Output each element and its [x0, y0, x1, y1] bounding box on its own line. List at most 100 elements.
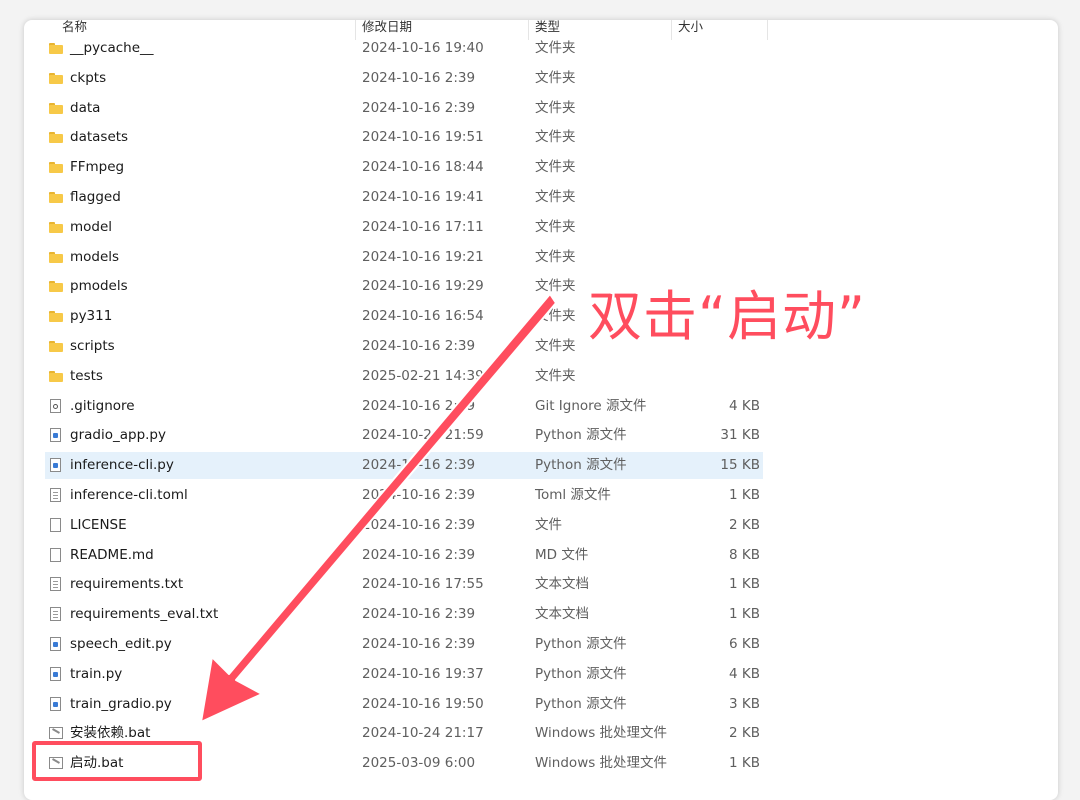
file-date: 2024-10-16 2:39 — [362, 69, 476, 86]
file-row[interactable]: models 2024-10-16 19:21 文件夹 — [24, 243, 1058, 273]
file-name: README.md — [70, 546, 154, 563]
file-row[interactable]: tests 2025-02-21 14:39 文件夹 — [24, 362, 1058, 392]
file-type: 文件夹 — [535, 278, 576, 295]
column-type-header[interactable]: 类型 — [535, 20, 560, 34]
file-name: py311 — [70, 308, 113, 325]
file-name: tests — [70, 367, 103, 384]
file-size: 31 KB — [720, 427, 760, 444]
file-row[interactable]: flagged 2024-10-16 19:41 文件夹 — [24, 183, 1058, 213]
file-name: train_gradio.py — [70, 695, 172, 712]
file-row[interactable]: py311 2024-10-16 16:54 文件夹 — [24, 302, 1058, 332]
file-type: 文件夹 — [535, 337, 576, 354]
file-name: speech_edit.py — [70, 635, 172, 652]
file-date: 2024-10-16 2:39 — [362, 516, 476, 533]
file-row[interactable]: speech_edit.py 2024-10-16 2:39 Python 源文件 6… — [24, 630, 1058, 660]
file-row[interactable]: requirements_eval.txt 2024-10-16 2:39 文本文档… — [24, 600, 1058, 630]
file-date: 2024-10-16 17:55 — [362, 576, 484, 593]
file-name: 安装依赖.bat — [70, 725, 151, 742]
file-type: 文件夹 — [535, 188, 576, 205]
file-row[interactable]: __pycache__ 2024-10-16 19:40 文件夹 — [24, 34, 1058, 64]
file-name: ckpts — [70, 69, 107, 86]
file-name: inference-cli.py — [70, 457, 174, 474]
file-size: 6 KB — [729, 635, 760, 652]
file-type: Python 源文件 — [535, 635, 627, 652]
file-type: 文件夹 — [535, 159, 576, 176]
file-name: data — [70, 99, 101, 116]
file-name: LICENSE — [70, 516, 127, 533]
file-name: datasets — [70, 129, 129, 146]
file-type: 文件夹 — [535, 99, 576, 116]
file-name: pmodels — [70, 278, 128, 295]
file-row[interactable]: LICENSE 2024-10-16 2:39 文件 2 KB — [24, 511, 1058, 541]
file-name: gradio_app.py — [70, 427, 166, 444]
folder-icon — [49, 191, 63, 205]
file-row[interactable]: inference-cli.py 2024-10-16 2:39 Python 源文… — [24, 451, 1058, 481]
python-file-icon — [50, 458, 61, 473]
file-date: 2024-10-16 2:39 — [362, 337, 476, 354]
file-date: 2024-10-16 19:40 — [362, 40, 484, 56]
file-date: 2025-02-21 14:39 — [362, 367, 484, 384]
file-date: 2024-10-16 16:54 — [362, 308, 484, 325]
batch-file-icon — [49, 727, 63, 740]
file-name: flagged — [70, 188, 121, 205]
file-type: Python 源文件 — [535, 695, 627, 712]
file-row[interactable]: inference-cli.toml 2024-10-16 2:39 Toml 源文… — [24, 481, 1058, 511]
file-row[interactable]: README.md 2024-10-16 2:39 MD 文件 8 KB — [24, 541, 1058, 571]
file-size: 15 KB — [720, 457, 760, 474]
file-type: 文件夹 — [535, 40, 576, 56]
file-row[interactable]: train_gradio.py 2024-10-16 19:50 Python 源文… — [24, 690, 1058, 720]
text-file-icon — [50, 487, 61, 502]
file-size: 1 KB — [729, 576, 760, 593]
file-name: FFmpeg — [70, 159, 125, 176]
file-name: models — [70, 248, 120, 265]
file-size: 2 KB — [729, 516, 760, 533]
file-row[interactable]: requirements.txt 2024-10-16 17:55 文本文档 1 KB — [24, 570, 1058, 600]
file-date: 2024-10-16 19:51 — [362, 129, 484, 146]
file-row[interactable]: FFmpeg 2024-10-16 18:44 文件夹 — [24, 153, 1058, 183]
file-type: 文件夹 — [535, 308, 576, 325]
file-row[interactable]: model 2024-10-16 17:11 文件夹 — [24, 213, 1058, 243]
file-row[interactable]: ckpts 2024-10-16 2:39 文件夹 — [24, 64, 1058, 94]
file-row[interactable]: datasets 2024-10-16 19:51 文件夹 — [24, 123, 1058, 153]
file-type: MD 文件 — [535, 546, 589, 563]
highlight-box — [32, 741, 202, 781]
folder-icon — [49, 251, 63, 265]
file-date: 2024-10-16 2:39 — [362, 99, 476, 116]
file-type: 文本文档 — [535, 606, 589, 623]
file-row[interactable]: scripts 2024-10-16 2:39 文件夹 — [24, 332, 1058, 362]
file-size: 3 KB — [729, 695, 760, 712]
column-name-header[interactable]: 名称 — [62, 20, 87, 34]
file-date: 2024-10-16 2:39 — [362, 546, 476, 563]
gear-file-icon — [50, 398, 61, 413]
file-row[interactable]: pmodels 2024-10-16 19:29 文件夹 — [24, 272, 1058, 302]
file-row[interactable]: train.py 2024-10-16 19:37 Python 源文件 4 KB — [24, 660, 1058, 690]
file-name: scripts — [70, 337, 115, 354]
text-file-icon — [50, 607, 61, 622]
file-explorer-panel: 名称 修改日期 类型 大小 __pycache__ 2024-10-16 19:4… — [24, 20, 1058, 800]
file-name: requirements.txt — [70, 576, 184, 593]
file-name: train.py — [70, 665, 123, 682]
file-date: 2024-10-16 2:39 — [362, 486, 476, 503]
file-row[interactable]: data 2024-10-16 2:39 文件夹 — [24, 94, 1058, 124]
python-file-icon — [50, 428, 61, 443]
python-file-icon — [50, 636, 61, 651]
file-type: 文件 — [535, 516, 562, 533]
file-row[interactable]: gradio_app.py 2024-10-24 21:59 Python 源文件 3… — [24, 421, 1058, 451]
folder-icon — [49, 42, 63, 56]
column-date-header[interactable]: 修改日期 — [362, 20, 412, 34]
file-date: 2024-10-16 17:11 — [362, 218, 484, 235]
file-size: 8 KB — [729, 546, 760, 563]
file-row[interactable]: .gitignore 2024-10-16 2:39 Git Ignore 源文件 4… — [24, 392, 1058, 422]
column-size-header[interactable]: 大小 — [678, 20, 703, 34]
blank-file-icon — [50, 517, 61, 532]
file-type: Python 源文件 — [535, 427, 627, 444]
file-name: .gitignore — [70, 397, 135, 414]
file-type: Git Ignore 源文件 — [535, 397, 647, 414]
file-date: 2024-10-24 21:17 — [362, 725, 484, 742]
file-date: 2024-10-16 2:39 — [362, 397, 476, 414]
text-file-icon — [50, 577, 61, 592]
file-type: 文件夹 — [535, 129, 576, 146]
file-type: 文件夹 — [535, 248, 576, 265]
file-list: __pycache__ 2024-10-16 19:40 文件夹 ckpts 2024-… — [24, 34, 1058, 779]
file-date: 2025-03-09 6:00 — [362, 755, 476, 772]
